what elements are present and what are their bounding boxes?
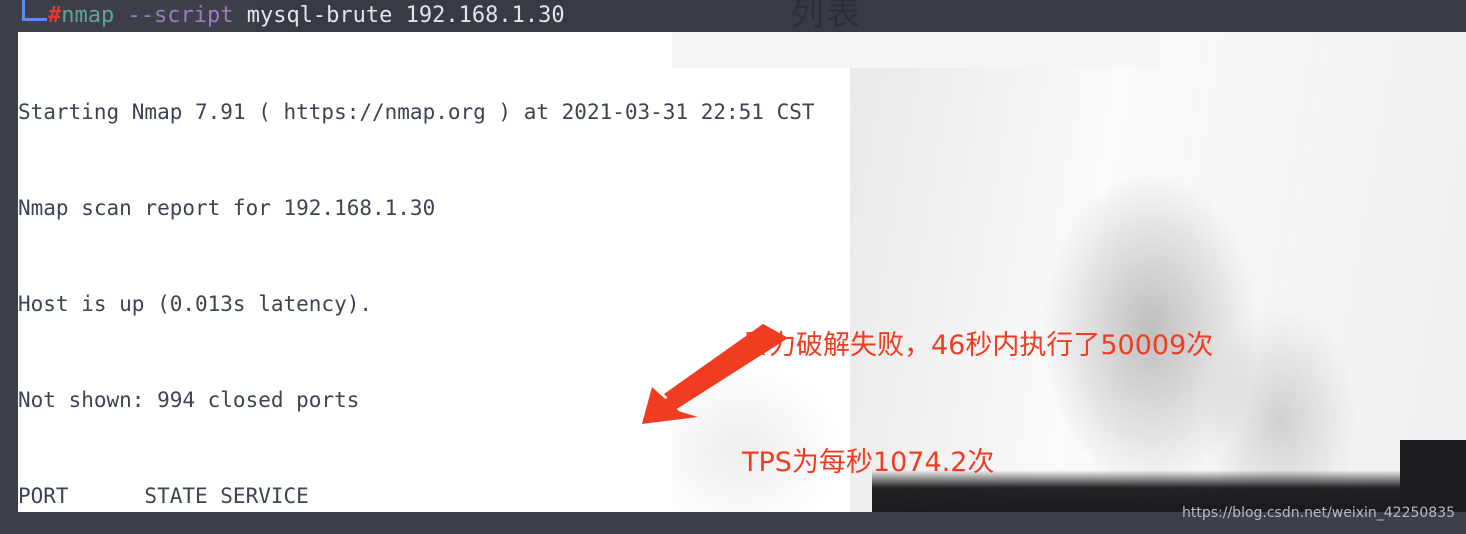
prompt-command: nmap	[61, 3, 115, 28]
terminal-line: Nmap scan report for 192.168.1.30	[18, 196, 436, 220]
terminal-left-gutter	[0, 32, 18, 512]
annotation-line-1: 暴力破解失败，46秒内执行了50009次	[742, 330, 1214, 361]
prompt-root-hash: #	[48, 3, 62, 28]
annotation-text: 暴力破解失败，46秒内执行了50009次 TPS为每秒1074.2次	[742, 248, 1213, 534]
terminal-prompt-line[interactable]: #nmap --script mysql-brute 192.168.1.30	[0, 0, 565, 32]
annotation-line-2: TPS为每秒1074.2次	[742, 447, 995, 478]
prompt-space-1	[114, 3, 127, 28]
watermark: https://blog.csdn.net/weixin_42250835	[1182, 505, 1456, 521]
prompt-flag: --script	[127, 3, 234, 28]
prompt-elbow-icon	[22, 0, 47, 21]
ghost-text-top: 列表	[790, 0, 862, 34]
prompt-arguments: mysql-brute 192.168.1.30	[246, 3, 565, 28]
screenshot-root: 最新发布 排序 | 更新 · 随机 列表 #nmap --script mysq…	[0, 0, 1466, 534]
prompt-space-2	[233, 3, 246, 28]
terminal-line: Starting Nmap 7.91 ( https://nmap.org ) …	[18, 100, 815, 124]
